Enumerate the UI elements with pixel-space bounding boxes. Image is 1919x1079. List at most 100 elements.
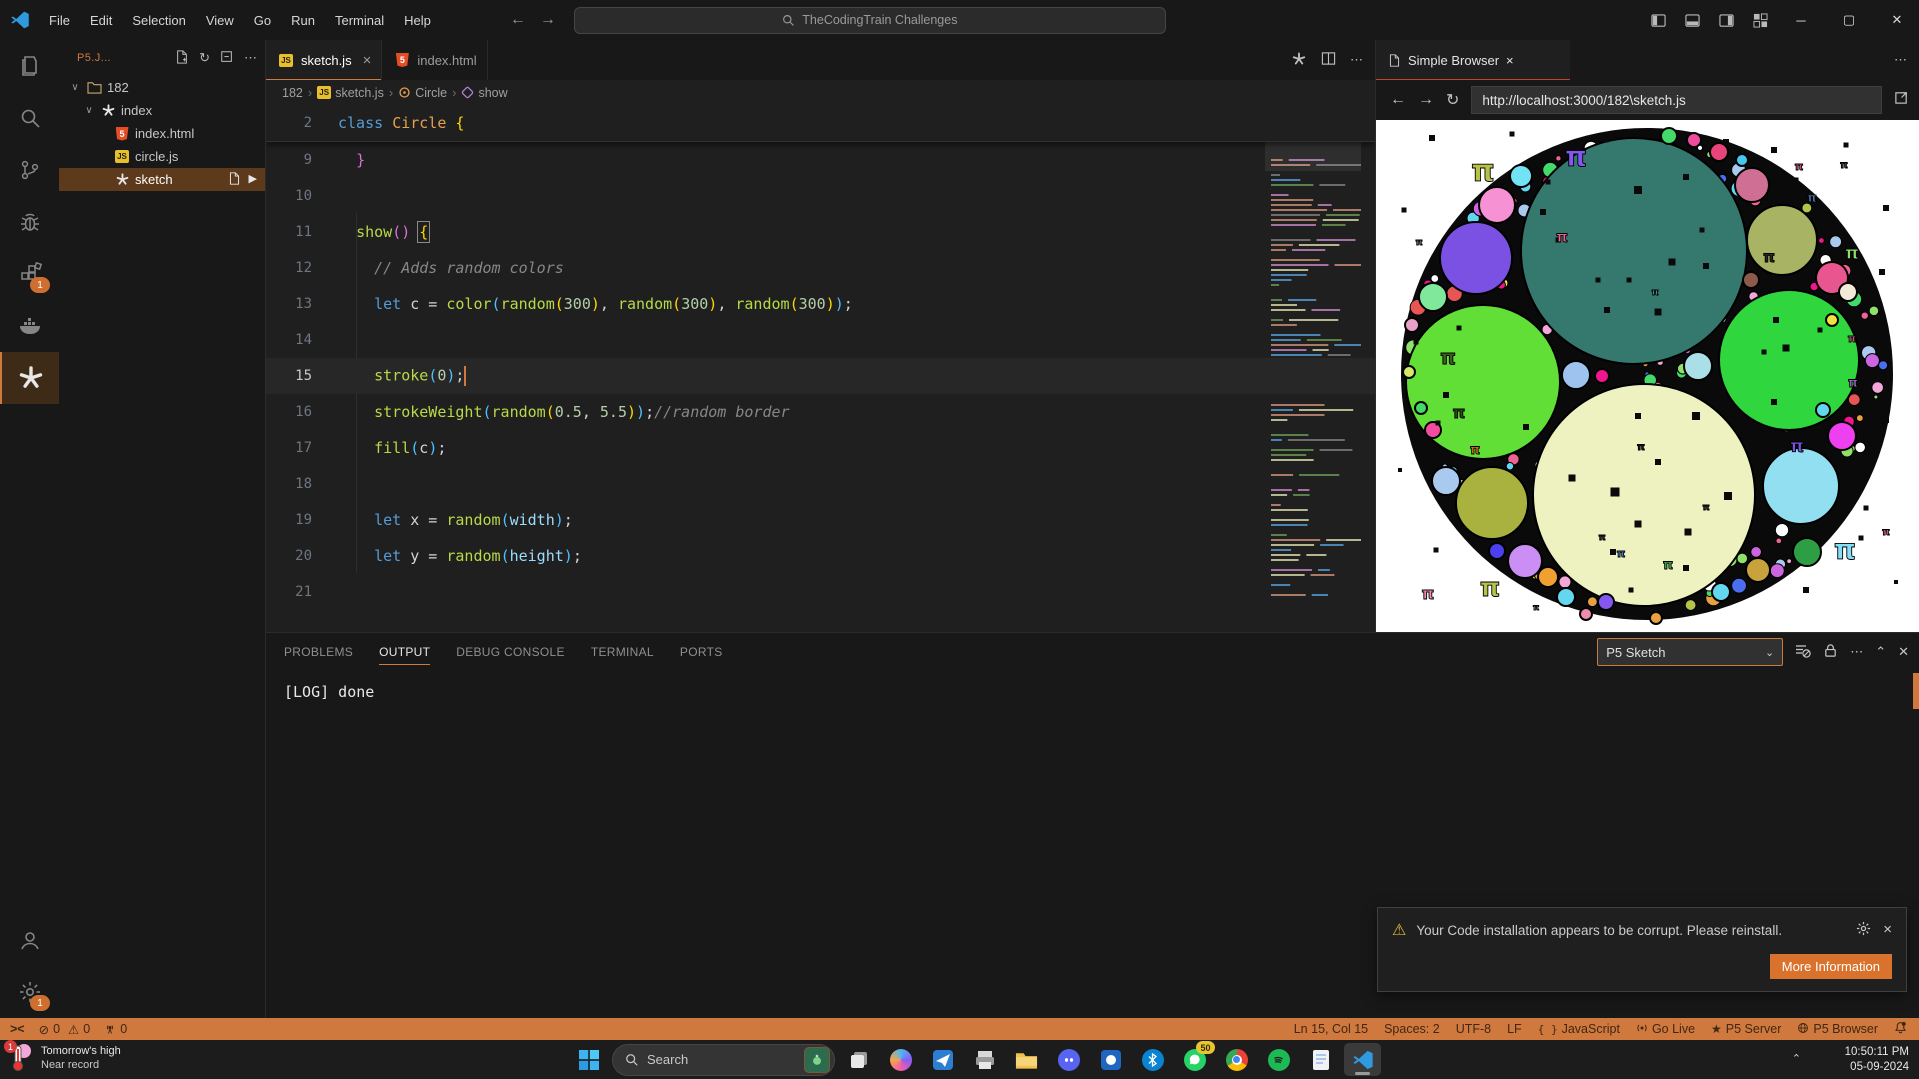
open-external-icon[interactable] bbox=[1894, 90, 1909, 110]
code-line-17[interactable]: 17 fill(c); bbox=[266, 430, 1375, 466]
panel-maximize-icon[interactable]: ⌃ bbox=[1875, 644, 1886, 660]
nav-back-icon[interactable]: ← bbox=[510, 11, 526, 29]
taskbar-overflow-icon[interactable]: ⌃ bbox=[1792, 1052, 1801, 1065]
code-line-18[interactable]: 18 bbox=[266, 466, 1375, 502]
nav-forward-icon[interactable]: → bbox=[540, 11, 556, 29]
more-actions-icon[interactable]: ⋯ bbox=[244, 50, 257, 67]
panel-tab-debug-console[interactable]: DEBUG CONSOLE bbox=[456, 633, 565, 671]
panel-tab-output[interactable]: OUTPUT bbox=[379, 633, 430, 671]
close-tab-icon[interactable]: × bbox=[363, 52, 372, 69]
tree-item-182[interactable]: ∨182 bbox=[59, 76, 265, 99]
status-p5-browser[interactable]: P5 Browser bbox=[1797, 1022, 1878, 1037]
menu-terminal[interactable]: Terminal bbox=[326, 9, 393, 32]
remote-indicator[interactable]: >< bbox=[10, 1022, 25, 1036]
breadcrumb[interactable]: 182›JSsketch.js›Circle›show bbox=[266, 80, 1375, 105]
panel-scrollbar[interactable] bbox=[1913, 673, 1919, 709]
code-line-9[interactable]: 9 } bbox=[266, 142, 1375, 178]
tree-item-sketch[interactable]: sketch▶ bbox=[59, 168, 265, 191]
problems-status[interactable]: ⊘0 ⚠0 bbox=[39, 1022, 91, 1037]
breadcrumb-sketch-js[interactable]: JSsketch.js bbox=[317, 86, 384, 100]
status-bell[interactable] bbox=[1894, 1021, 1907, 1037]
url-input[interactable]: http://localhost:3000/182\sketch.js bbox=[1471, 86, 1882, 114]
mail-icon[interactable] bbox=[924, 1043, 961, 1076]
breadcrumb-show[interactable]: show bbox=[461, 86, 507, 100]
menu-edit[interactable]: Edit bbox=[81, 9, 121, 32]
status-javascript[interactable]: { }JavaScript bbox=[1538, 1022, 1620, 1036]
menu-help[interactable]: Help bbox=[395, 9, 440, 32]
status-ln-15-col-15[interactable]: Ln 15, Col 15 bbox=[1294, 1022, 1368, 1036]
activity-settings[interactable]: 1 bbox=[0, 966, 59, 1018]
customize-layout-icon[interactable] bbox=[1745, 7, 1775, 33]
panel-tab-terminal[interactable]: TERMINAL bbox=[591, 633, 654, 671]
p5-run-icon[interactable] bbox=[1291, 51, 1307, 70]
activity-extensions[interactable]: 1 bbox=[0, 248, 59, 300]
printer-icon[interactable] bbox=[966, 1043, 1003, 1076]
code-line-11[interactable]: 11 show() { bbox=[266, 214, 1375, 250]
code-line-13[interactable]: 13 let c = color(random(300), random(300… bbox=[266, 286, 1375, 322]
status-p5-server[interactable]: ★P5 Server bbox=[1711, 1022, 1781, 1036]
notification-close-icon[interactable]: × bbox=[1883, 921, 1892, 940]
code-line-20[interactable]: 20 let y = random(height); bbox=[266, 538, 1375, 574]
bluetooth-icon[interactable] bbox=[1134, 1043, 1171, 1076]
menu-go[interactable]: Go bbox=[245, 9, 280, 32]
browser-viewport[interactable]: ππππππππππππππππππππππππππ bbox=[1376, 120, 1919, 632]
folder-icon[interactable] bbox=[1008, 1043, 1045, 1076]
more-information-button[interactable]: More Information bbox=[1770, 954, 1892, 979]
activity-debug[interactable] bbox=[0, 196, 59, 248]
tab-simple-browser[interactable]: Simple Browser × bbox=[1376, 40, 1570, 80]
tree-item-circle-js[interactable]: JScircle.js bbox=[59, 145, 265, 168]
code-line-14[interactable]: 14 bbox=[266, 322, 1375, 358]
panel-close-icon[interactable]: ✕ bbox=[1898, 644, 1909, 660]
output-channel-select[interactable]: P5 Sketch ⌄ bbox=[1597, 638, 1783, 666]
browser-reload-icon[interactable]: ↻ bbox=[1446, 90, 1459, 110]
start-button[interactable] bbox=[570, 1043, 607, 1076]
status-spaces-2[interactable]: Spaces: 2 bbox=[1384, 1022, 1440, 1036]
maximize-button[interactable]: ▢ bbox=[1827, 0, 1871, 40]
browser-more-actions-icon[interactable]: ⋯ bbox=[1894, 52, 1907, 68]
menu-view[interactable]: View bbox=[197, 9, 243, 32]
activity-account[interactable] bbox=[0, 914, 59, 966]
status-utf-8[interactable]: UTF-8 bbox=[1456, 1022, 1491, 1036]
activity-docker[interactable] bbox=[0, 300, 59, 352]
split-editor-icon[interactable] bbox=[1321, 51, 1336, 69]
whatsapp-icon[interactable]: 50 bbox=[1176, 1043, 1213, 1076]
refresh-icon[interactable]: ↻ bbox=[199, 50, 210, 67]
code-line-15[interactable]: 15 stroke(0); bbox=[266, 358, 1375, 394]
browser-forward-icon[interactable]: → bbox=[1418, 91, 1434, 109]
panel-tab-problems[interactable]: PROBLEMS bbox=[284, 633, 353, 671]
menu-selection[interactable]: Selection bbox=[123, 9, 194, 32]
collapse-all-icon[interactable] bbox=[220, 50, 234, 67]
code-line-12[interactable]: 12 // Adds random colors bbox=[266, 250, 1375, 286]
code-line-19[interactable]: 19 let x = random(width); bbox=[266, 502, 1375, 538]
status-go-live[interactable]: Go Live bbox=[1636, 1022, 1695, 1037]
menu-file[interactable]: File bbox=[40, 9, 79, 32]
menu-run[interactable]: Run bbox=[282, 9, 324, 32]
activity-source-control[interactable] bbox=[0, 144, 59, 196]
panel-more-icon[interactable]: ⋯ bbox=[1850, 644, 1863, 660]
copilot-icon[interactable] bbox=[882, 1043, 919, 1076]
toggle-secondary-sidebar-icon[interactable] bbox=[1711, 7, 1741, 33]
open-preview-icon[interactable] bbox=[228, 172, 241, 188]
taskbar-clock[interactable]: 10:50:11 PM 05-09-2024 bbox=[1845, 1045, 1909, 1075]
new-file-icon[interactable] bbox=[175, 50, 189, 67]
breadcrumb-182[interactable]: 182 bbox=[282, 86, 303, 100]
code-line-2[interactable]: 2class Circle { bbox=[266, 105, 1375, 142]
activity-explorer[interactable] bbox=[0, 40, 59, 92]
activity-search[interactable] bbox=[0, 92, 59, 144]
clear-output-icon[interactable] bbox=[1795, 643, 1811, 662]
code-editor[interactable]: 2class Circle {9 }1011 show() {12 // Add… bbox=[266, 105, 1375, 632]
editor-more-icon[interactable]: ⋯ bbox=[1350, 52, 1363, 68]
task-view-icon[interactable] bbox=[840, 1043, 877, 1076]
vscode-icon[interactable] bbox=[1344, 1043, 1381, 1076]
notification-settings-icon[interactable] bbox=[1856, 921, 1871, 940]
discord-icon[interactable] bbox=[1050, 1043, 1087, 1076]
lock-icon[interactable] bbox=[1823, 643, 1838, 661]
toggle-panel-icon[interactable] bbox=[1677, 7, 1707, 33]
notepad-icon[interactable] bbox=[1302, 1043, 1339, 1076]
minimize-button[interactable]: ─ bbox=[1779, 0, 1823, 40]
tab-index-html[interactable]: 5index.html bbox=[382, 40, 487, 80]
browser-back-icon[interactable]: ← bbox=[1390, 91, 1406, 109]
run-sketch-icon[interactable]: ▶ bbox=[249, 172, 257, 188]
tree-item-index-html[interactable]: 5index.html bbox=[59, 122, 265, 145]
taskbar-search[interactable]: Search bbox=[612, 1044, 835, 1076]
